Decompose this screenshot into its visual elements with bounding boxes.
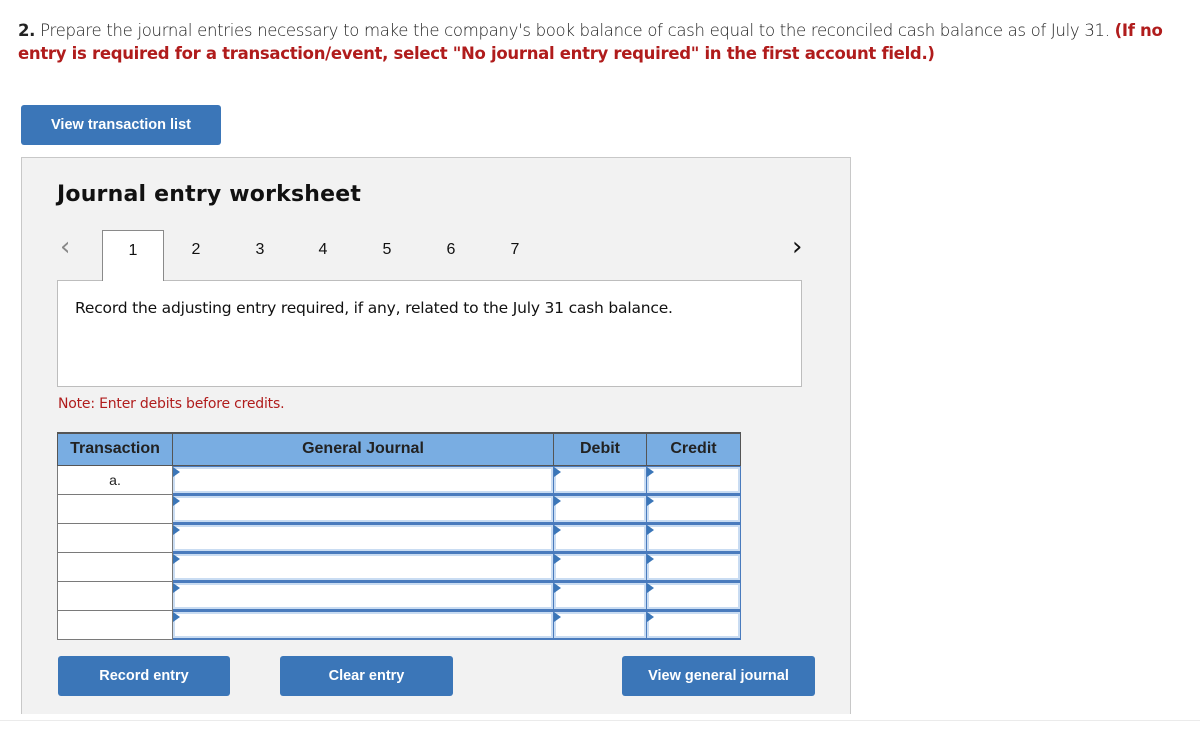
transaction-cell	[57, 493, 173, 524]
account-field[interactable]	[173, 524, 553, 551]
debits-note: Note: Enter debits before credits.	[58, 396, 285, 412]
debit-field[interactable]	[554, 495, 646, 522]
tab-1[interactable]: 1	[102, 230, 164, 281]
entry-description: Record the adjusting entry required, if …	[75, 299, 673, 317]
account-field[interactable]	[173, 495, 553, 522]
table-row	[57, 551, 741, 582]
debit-field[interactable]	[554, 582, 646, 609]
debit-field[interactable]	[554, 553, 646, 580]
account-field[interactable]	[173, 466, 553, 493]
credit-field[interactable]	[647, 524, 740, 551]
debit-field[interactable]	[554, 524, 646, 551]
divider	[0, 720, 1200, 721]
journal-table: Transaction General Journal Debit Credit…	[57, 432, 741, 640]
view-general-journal-button[interactable]: View general journal	[622, 656, 815, 696]
transaction-cell	[57, 522, 173, 553]
table-row	[57, 522, 741, 553]
view-transaction-list-button[interactable]: View transaction list	[21, 105, 221, 145]
header-debit: Debit	[553, 432, 647, 466]
account-field[interactable]	[173, 553, 553, 580]
table-row: a.	[57, 464, 741, 495]
debit-field[interactable]	[554, 466, 646, 493]
entry-description-box: Record the adjusting entry required, if …	[57, 280, 802, 387]
header-credit: Credit	[646, 432, 741, 466]
transaction-cell	[57, 551, 173, 582]
credit-field[interactable]	[647, 553, 740, 580]
journal-entry-worksheet-panel: Journal entry worksheet ‹ 1 2 3 4 5 6 7 …	[21, 157, 851, 714]
transaction-cell	[57, 609, 173, 640]
tab-3[interactable]: 3	[229, 230, 291, 280]
tab-5[interactable]: 5	[356, 230, 418, 280]
worksheet-title: Journal entry worksheet	[57, 182, 362, 207]
question-text: Prepare the journal entries necessary to…	[40, 21, 1110, 40]
table-row	[57, 493, 741, 524]
account-field[interactable]	[173, 582, 553, 609]
record-entry-button[interactable]: Record entry	[58, 656, 230, 696]
credit-field[interactable]	[647, 582, 740, 609]
account-field[interactable]	[173, 611, 553, 638]
header-transaction: Transaction	[57, 432, 173, 466]
tab-4[interactable]: 4	[292, 230, 354, 280]
question-prompt: 2. Prepare the journal entries necessary…	[18, 19, 1193, 65]
transaction-cell	[57, 580, 173, 611]
chevron-left-icon[interactable]: ‹	[60, 234, 80, 260]
debit-field[interactable]	[554, 611, 646, 638]
credit-field[interactable]	[647, 466, 740, 493]
credit-field[interactable]	[647, 495, 740, 522]
transaction-cell: a.	[57, 464, 173, 495]
credit-field[interactable]	[647, 611, 740, 638]
tab-7[interactable]: 7	[484, 230, 546, 280]
chevron-right-icon[interactable]: ›	[792, 234, 812, 260]
header-general-journal: General Journal	[172, 432, 554, 466]
clear-entry-button[interactable]: Clear entry	[280, 656, 453, 696]
journal-header-row: Transaction General Journal Debit Credit	[57, 432, 741, 466]
question-number: 2.	[18, 21, 36, 40]
tab-2[interactable]: 2	[165, 230, 227, 280]
tab-6[interactable]: 6	[420, 230, 482, 280]
table-row	[57, 580, 741, 611]
table-row	[57, 609, 741, 640]
